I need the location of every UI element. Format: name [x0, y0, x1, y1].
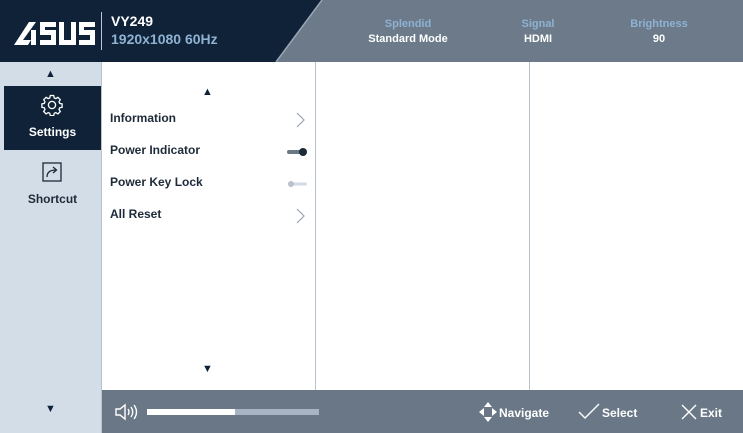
category-rail: ▲ Settings Shortcut ▼ — [0, 62, 102, 433]
stat-splendid: Splendid Standard Mode — [362, 17, 454, 47]
menu-item-power-indicator-label: Power Indicator — [110, 143, 201, 157]
stat-signal-label: Signal — [521, 18, 555, 30]
speaker-icon — [115, 403, 138, 421]
stat-signal: Signal HDMI — [508, 17, 568, 47]
close-icon — [681, 404, 697, 420]
stat-signal-value: HDMI — [523, 33, 553, 45]
osd-footer: Navigate Select Exit — [102, 390, 743, 433]
navigate-arrows-icon — [479, 402, 497, 422]
menu-scroll-up-icon[interactable]: ▲ — [202, 86, 213, 98]
navigate-label: Navigate — [499, 406, 550, 420]
menu-item-power-indicator[interactable]: Power Indicator — [110, 141, 310, 161]
monitor-osd: VY249 1920x1080 60Hz Splendid Standard M… — [0, 0, 743, 433]
chevron-right-icon — [296, 208, 305, 224]
stat-splendid-value: Standard Mode — [368, 33, 448, 45]
power-indicator-toggle[interactable] — [286, 147, 308, 157]
menu-item-all-reset-label: All Reset — [110, 207, 162, 221]
rail-item-shortcut-label: Shortcut — [27, 192, 78, 206]
chevron-right-icon — [296, 112, 305, 128]
select-hint: Select — [578, 402, 640, 422]
settings-menu-panel: ▲ Information Power Indicator Power Key … — [102, 62, 316, 390]
volume-slider[interactable] — [147, 409, 319, 415]
menu-scroll-down-icon[interactable]: ▼ — [202, 363, 213, 375]
menu-item-power-key-lock[interactable]: Power Key Lock — [110, 173, 310, 193]
shortcut-icon — [42, 162, 62, 182]
exit-label: Exit — [700, 406, 723, 420]
resolution-text: 1920x1080 60Hz — [111, 31, 218, 47]
header-divider — [101, 12, 102, 50]
menu-item-power-key-lock-label: Power Key Lock — [110, 175, 203, 189]
menu-item-information[interactable]: Information — [110, 109, 310, 129]
power-key-lock-toggle[interactable] — [286, 179, 308, 189]
volume-slider-fill — [147, 409, 235, 415]
submenu-panel-3 — [530, 62, 743, 390]
stat-splendid-label: Splendid — [384, 18, 432, 30]
rail-scroll-down-icon[interactable]: ▼ — [0, 403, 101, 415]
stat-brightness-value: 90 — [652, 33, 666, 45]
model-name: VY249 — [111, 13, 154, 29]
rail-item-settings[interactable]: Settings — [4, 86, 101, 150]
asus-logo — [14, 22, 95, 45]
rail-item-shortcut[interactable]: Shortcut — [4, 153, 101, 217]
osd-header: VY249 1920x1080 60Hz Splendid Standard M… — [0, 0, 743, 62]
menu-item-all-reset[interactable]: All Reset — [110, 205, 310, 225]
select-label: Select — [602, 406, 638, 420]
gear-icon — [41, 94, 63, 116]
menu-item-information-label: Information — [110, 111, 176, 125]
stat-brightness-label: Brightness — [630, 18, 688, 30]
check-icon — [578, 403, 600, 419]
submenu-panel-2 — [316, 62, 530, 390]
exit-hint: Exit — [680, 402, 728, 422]
stat-brightness: Brightness 90 — [617, 17, 701, 47]
rail-scroll-up-icon[interactable]: ▲ — [0, 68, 101, 80]
rail-item-settings-label: Settings — [28, 125, 77, 139]
navigate-hint: Navigate — [479, 402, 557, 422]
